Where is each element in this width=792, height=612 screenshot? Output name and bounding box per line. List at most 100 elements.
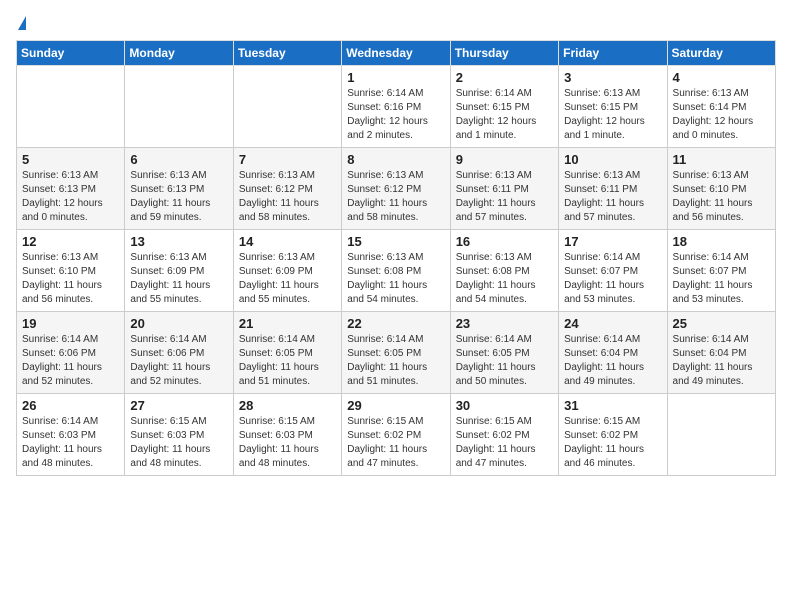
day-number: 1 <box>347 70 444 85</box>
weekday-header-sunday: Sunday <box>17 41 125 66</box>
day-info: Sunrise: 6:13 AM Sunset: 6:14 PM Dayligh… <box>673 87 770 143</box>
day-info: Sunrise: 6:14 AM Sunset: 6:06 PM Dayligh… <box>130 333 227 389</box>
day-cell: 8 Sunrise: 6:13 AM Sunset: 6:12 PM Daylig… <box>342 148 450 230</box>
day-number: 22 <box>347 316 444 331</box>
weekday-header-saturday: Saturday <box>667 41 775 66</box>
day-number: 20 <box>130 316 227 331</box>
day-info: Sunrise: 6:14 AM Sunset: 6:05 PM Dayligh… <box>347 333 444 389</box>
day-cell: 30Sunrise: 6:15 AM Sunset: 6:02 PM Dayli… <box>450 394 558 476</box>
day-number: 7 <box>239 152 336 167</box>
day-cell: 6 Sunrise: 6:13 AM Sunset: 6:13 PM Daylig… <box>125 148 233 230</box>
weekday-header-row: SundayMondayTuesdayWednesdayThursdayFrid… <box>17 41 776 66</box>
day-number: 9 <box>456 152 553 167</box>
day-number: 17 <box>564 234 661 249</box>
day-cell: 13 Sunrise: 6:13 AM Sunset: 6:09 PM Dayli… <box>125 230 233 312</box>
day-info: Sunrise: 6:13 AM Sunset: 6:11 PM Dayligh… <box>456 169 553 225</box>
day-number: 19 <box>22 316 119 331</box>
day-cell <box>667 394 775 476</box>
day-info: Sunrise: 6:13 AM Sunset: 6:09 PM Dayligh… <box>130 251 227 307</box>
day-number: 15 <box>347 234 444 249</box>
day-number: 13 <box>130 234 227 249</box>
logo <box>16 16 26 30</box>
day-cell: 4 Sunrise: 6:13 AM Sunset: 6:14 PM Daylig… <box>667 66 775 148</box>
day-number: 11 <box>673 152 770 167</box>
day-info: Sunrise: 6:15 AM Sunset: 6:02 PM Dayligh… <box>347 415 444 471</box>
day-cell: 22 Sunrise: 6:14 AM Sunset: 6:05 PM Dayli… <box>342 312 450 394</box>
week-row-4: 19 Sunrise: 6:14 AM Sunset: 6:06 PM Dayli… <box>17 312 776 394</box>
day-number: 8 <box>347 152 444 167</box>
day-cell: 17 Sunrise: 6:14 AM Sunset: 6:07 PM Dayli… <box>559 230 667 312</box>
day-number: 21 <box>239 316 336 331</box>
day-number: 3 <box>564 70 661 85</box>
day-info: Sunrise: 6:13 AM Sunset: 6:13 PM Dayligh… <box>130 169 227 225</box>
day-number: 2 <box>456 70 553 85</box>
day-cell: 31 Sunrise: 6:15 AM Sunset: 6:02 PM Dayli… <box>559 394 667 476</box>
day-cell: 16Sunrise: 6:13 AM Sunset: 6:08 PM Dayli… <box>450 230 558 312</box>
day-cell: 7 Sunrise: 6:13 AM Sunset: 6:12 PM Daylig… <box>233 148 341 230</box>
day-cell: 5 Sunrise: 6:13 AM Sunset: 6:13 PM Daylig… <box>17 148 125 230</box>
weekday-header-monday: Monday <box>125 41 233 66</box>
day-number: 31 <box>564 398 661 413</box>
day-cell: 9 Sunrise: 6:13 AM Sunset: 6:11 PM Daylig… <box>450 148 558 230</box>
day-info: Sunrise: 6:14 AM Sunset: 6:15 PM Dayligh… <box>456 87 553 143</box>
day-info: Sunrise: 6:13 AM Sunset: 6:08 PM Dayligh… <box>456 251 553 307</box>
day-number: 6 <box>130 152 227 167</box>
day-number: 18 <box>673 234 770 249</box>
day-number: 14 <box>239 234 336 249</box>
calendar-table: SundayMondayTuesdayWednesdayThursdayFrid… <box>16 40 776 476</box>
day-cell <box>233 66 341 148</box>
day-cell: 28 Sunrise: 6:15 AM Sunset: 6:03 PM Dayli… <box>233 394 341 476</box>
day-number: 25 <box>673 316 770 331</box>
day-cell: 24 Sunrise: 6:14 AM Sunset: 6:04 PM Dayli… <box>559 312 667 394</box>
day-info: Sunrise: 6:14 AM Sunset: 6:07 PM Dayligh… <box>564 251 661 307</box>
day-info: Sunrise: 6:15 AM Sunset: 6:02 PM Dayligh… <box>564 415 661 471</box>
day-cell: 14 Sunrise: 6:13 AM Sunset: 6:09 PM Dayli… <box>233 230 341 312</box>
day-info: Sunrise: 6:13 AM Sunset: 6:11 PM Dayligh… <box>564 169 661 225</box>
day-cell: 10 Sunrise: 6:13 AM Sunset: 6:11 PM Dayli… <box>559 148 667 230</box>
day-cell <box>125 66 233 148</box>
day-number: 30 <box>456 398 553 413</box>
day-number: 10 <box>564 152 661 167</box>
day-info: Sunrise: 6:13 AM Sunset: 6:08 PM Dayligh… <box>347 251 444 307</box>
week-row-2: 5 Sunrise: 6:13 AM Sunset: 6:13 PM Daylig… <box>17 148 776 230</box>
day-cell <box>17 66 125 148</box>
day-info: Sunrise: 6:13 AM Sunset: 6:09 PM Dayligh… <box>239 251 336 307</box>
day-cell: 23Sunrise: 6:14 AM Sunset: 6:05 PM Dayli… <box>450 312 558 394</box>
day-cell: 18 Sunrise: 6:14 AM Sunset: 6:07 PM Dayli… <box>667 230 775 312</box>
day-number: 29 <box>347 398 444 413</box>
day-cell: 21 Sunrise: 6:14 AM Sunset: 6:05 PM Dayli… <box>233 312 341 394</box>
day-number: 5 <box>22 152 119 167</box>
day-info: Sunrise: 6:13 AM Sunset: 6:12 PM Dayligh… <box>347 169 444 225</box>
day-info: Sunrise: 6:14 AM Sunset: 6:03 PM Dayligh… <box>22 415 119 471</box>
day-info: Sunrise: 6:15 AM Sunset: 6:03 PM Dayligh… <box>130 415 227 471</box>
day-info: Sunrise: 6:13 AM Sunset: 6:13 PM Dayligh… <box>22 169 119 225</box>
day-cell: 29 Sunrise: 6:15 AM Sunset: 6:02 PM Dayli… <box>342 394 450 476</box>
day-number: 4 <box>673 70 770 85</box>
day-cell: 26Sunrise: 6:14 AM Sunset: 6:03 PM Dayli… <box>17 394 125 476</box>
logo-icon <box>18 16 26 30</box>
day-info: Sunrise: 6:13 AM Sunset: 6:10 PM Dayligh… <box>673 169 770 225</box>
week-row-5: 26Sunrise: 6:14 AM Sunset: 6:03 PM Dayli… <box>17 394 776 476</box>
day-cell: 19 Sunrise: 6:14 AM Sunset: 6:06 PM Dayli… <box>17 312 125 394</box>
day-number: 12 <box>22 234 119 249</box>
day-info: Sunrise: 6:14 AM Sunset: 6:16 PM Dayligh… <box>347 87 444 143</box>
weekday-header-tuesday: Tuesday <box>233 41 341 66</box>
day-info: Sunrise: 6:14 AM Sunset: 6:05 PM Dayligh… <box>456 333 553 389</box>
day-cell: 3Sunrise: 6:13 AM Sunset: 6:15 PM Daylig… <box>559 66 667 148</box>
day-info: Sunrise: 6:15 AM Sunset: 6:03 PM Dayligh… <box>239 415 336 471</box>
day-info: Sunrise: 6:14 AM Sunset: 6:05 PM Dayligh… <box>239 333 336 389</box>
day-number: 24 <box>564 316 661 331</box>
day-number: 27 <box>130 398 227 413</box>
day-cell: 11 Sunrise: 6:13 AM Sunset: 6:10 PM Dayli… <box>667 148 775 230</box>
day-cell: 1 Sunrise: 6:14 AM Sunset: 6:16 PM Daylig… <box>342 66 450 148</box>
day-number: 28 <box>239 398 336 413</box>
day-cell: 15 Sunrise: 6:13 AM Sunset: 6:08 PM Dayli… <box>342 230 450 312</box>
day-cell: 20 Sunrise: 6:14 AM Sunset: 6:06 PM Dayli… <box>125 312 233 394</box>
day-cell: 2 Sunrise: 6:14 AM Sunset: 6:15 PM Daylig… <box>450 66 558 148</box>
day-info: Sunrise: 6:14 AM Sunset: 6:07 PM Dayligh… <box>673 251 770 307</box>
day-info: Sunrise: 6:14 AM Sunset: 6:06 PM Dayligh… <box>22 333 119 389</box>
week-row-1: 1 Sunrise: 6:14 AM Sunset: 6:16 PM Daylig… <box>17 66 776 148</box>
weekday-header-thursday: Thursday <box>450 41 558 66</box>
day-info: Sunrise: 6:14 AM Sunset: 6:04 PM Dayligh… <box>564 333 661 389</box>
day-info: Sunrise: 6:13 AM Sunset: 6:12 PM Dayligh… <box>239 169 336 225</box>
